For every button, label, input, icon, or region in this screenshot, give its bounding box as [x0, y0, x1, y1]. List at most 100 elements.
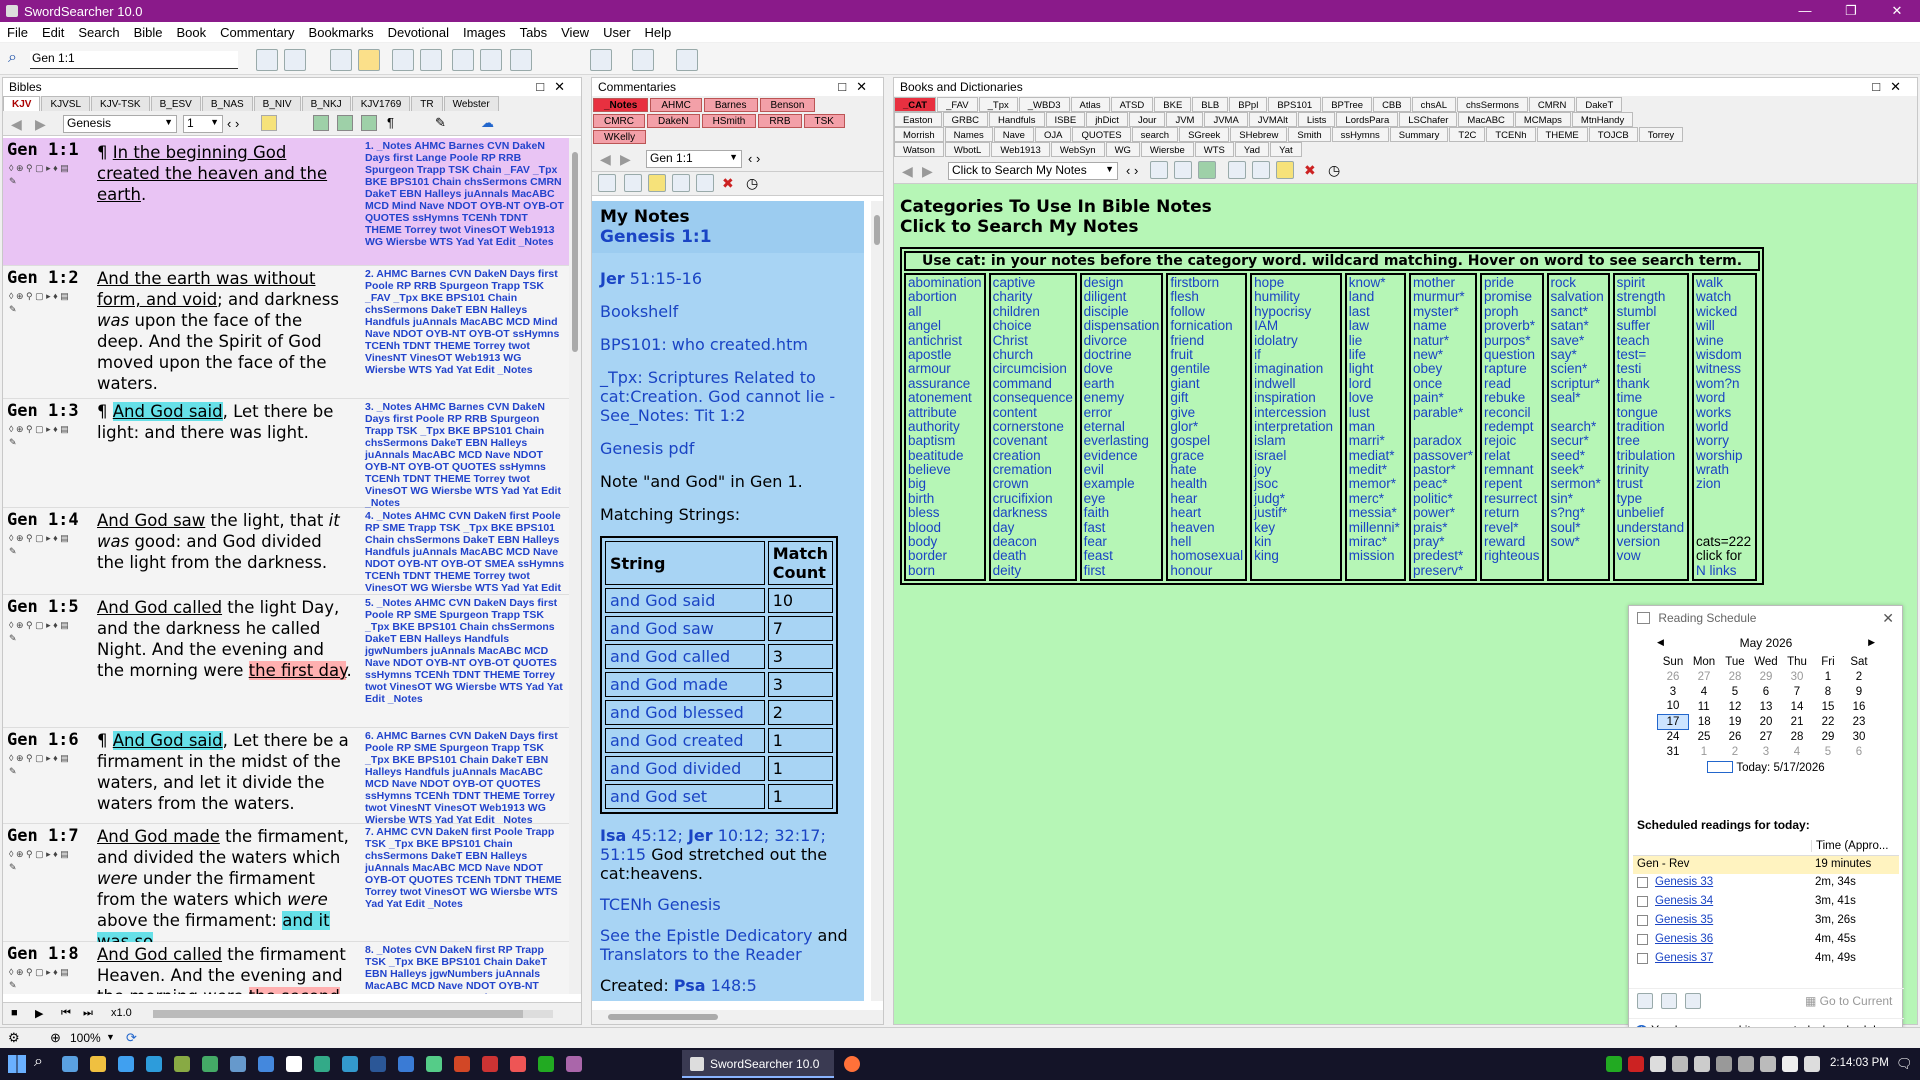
category-link[interactable]: bless — [908, 505, 982, 520]
verse-segment[interactable]: And God called — [97, 598, 222, 617]
tpx-link[interactable]: _Tpx: Scriptures Related to cat:Creation… — [600, 368, 860, 425]
category-link[interactable]: peac* — [1413, 477, 1473, 492]
verse-resource-links[interactable]: 7. AHMC CVN DakeN first Poole Trapp TSK … — [365, 826, 565, 910]
tab-bps101[interactable]: BPS101 — [1268, 97, 1322, 112]
calendar-day[interactable]: 17 — [1657, 713, 1689, 730]
category-link[interactable]: baptism — [908, 433, 982, 448]
category-link[interactable]: obey — [1413, 361, 1473, 376]
tab-isbe[interactable]: ISBE — [1045, 112, 1086, 127]
category-link[interactable]: imagination — [1254, 361, 1338, 376]
category-link[interactable]: heart — [1170, 505, 1243, 520]
calendar-day[interactable]: 25 — [1689, 729, 1720, 744]
tab-wbotl[interactable]: WbotL — [944, 142, 991, 157]
schedule-add-icon[interactable] — [1637, 993, 1653, 1009]
category-link[interactable]: death — [993, 549, 1073, 564]
category-link[interactable]: diligent — [1084, 289, 1160, 304]
taskbar-app-icon[interactable] — [258, 1056, 274, 1072]
verse-reference[interactable]: Gen 1:7 — [7, 826, 79, 846]
category-link[interactable]: angel — [908, 318, 982, 333]
reading-checkbox[interactable] — [1637, 953, 1648, 964]
category-link[interactable]: predest* — [1413, 549, 1473, 564]
tab-oja[interactable]: OJA — [1034, 127, 1072, 142]
verse-row[interactable]: Gen 1:8 ◊ ⊕ ⚲ ▢ ▸ ♦ ▤ ✎ And God called the… — [3, 942, 569, 994]
category-link[interactable]: rapture — [1484, 361, 1540, 376]
category-link[interactable]: church — [993, 347, 1073, 362]
audio-scrollbar[interactable] — [153, 1010, 553, 1018]
category-link[interactable]: tree — [1617, 433, 1685, 448]
calendar-day[interactable]: 4 — [1782, 744, 1813, 759]
category-link[interactable]: assurance — [908, 376, 982, 391]
prev-chapter-icon[interactable]: ‹ › — [227, 116, 239, 131]
maximize-button[interactable]: ❐ — [1828, 0, 1874, 22]
tab-tpx[interactable]: _Tpx — [978, 97, 1018, 112]
category-link[interactable]: hypocrisy — [1254, 304, 1338, 319]
category-link[interactable]: abomination — [908, 275, 982, 290]
tab-kjvsl[interactable]: KJVSL — [41, 96, 91, 111]
menu-file[interactable]: File — [0, 25, 35, 40]
category-link[interactable]: apostle — [908, 347, 982, 362]
tab-jvma[interactable]: JVMA — [1204, 112, 1248, 127]
category-link[interactable]: power* — [1413, 505, 1473, 520]
settings-icon[interactable]: ⚙ — [8, 1030, 20, 1046]
category-link[interactable]: joy — [1254, 462, 1338, 477]
schedule-list-icon[interactable] — [1685, 993, 1701, 1009]
category-link[interactable]: say* — [1551, 347, 1606, 362]
category-link[interactable]: captive — [993, 275, 1073, 290]
tray-icon[interactable] — [1694, 1056, 1710, 1072]
category-link[interactable]: gospel — [1170, 433, 1243, 448]
verse-segment[interactable]: And God called — [97, 945, 222, 964]
edit-icon[interactable] — [696, 174, 714, 192]
tab-hsmith[interactable]: HSmith — [701, 114, 757, 128]
verse-reference[interactable]: Gen 1:6 — [7, 730, 79, 750]
tab-handfuls[interactable]: Handfuls — [989, 112, 1045, 127]
delete-icon[interactable]: ✖ — [722, 175, 734, 192]
category-link[interactable]: consequence — [993, 390, 1073, 405]
tab-torrey[interactable]: Torrey — [1638, 127, 1684, 142]
category-link[interactable]: salvation — [1551, 289, 1606, 304]
category-link[interactable]: millenni* — [1349, 520, 1402, 535]
verse-row[interactable]: Gen 1:7 ◊ ⊕ ⚲ ▢ ▸ ♦ ▤ ✎ And God made the f… — [3, 824, 569, 951]
category-link[interactable]: circumcision — [993, 361, 1073, 376]
verse-reference[interactable]: Gen 1:3 — [7, 401, 79, 421]
cloud-icon[interactable]: ☁ — [481, 115, 494, 131]
tab-kjv[interactable]: KJV — [3, 96, 41, 111]
verse-resource-links[interactable]: 6. AHMC Barnes CVN DakeN Days first Pool… — [365, 730, 565, 826]
taskbar-active-app[interactable]: SwordSearcher 10.0 — [682, 1050, 834, 1078]
category-link[interactable]: world — [1696, 419, 1753, 434]
category-link[interactable]: creation — [993, 448, 1073, 463]
calendar-day[interactable]: 6 — [1751, 684, 1782, 699]
taskbar-app-icon[interactable] — [174, 1056, 190, 1072]
tab-lordspara[interactable]: LordsPara — [1336, 112, 1399, 127]
tab-wiersbe[interactable]: Wiersbe — [1140, 142, 1194, 157]
calendar-day[interactable]: 21 — [1782, 714, 1813, 729]
category-link[interactable]: wine — [1696, 333, 1753, 348]
menu-help[interactable]: Help — [638, 25, 679, 40]
taskbar-app-icon[interactable] — [342, 1056, 358, 1072]
category-link[interactable]: politic* — [1413, 491, 1473, 506]
verse-tools-icon[interactable]: ◊ ⊕ ⚲ ▢ ▸ ♦ ▤ ✎ — [9, 848, 69, 874]
category-link[interactable]: believe — [908, 462, 982, 477]
tab-names[interactable]: Names — [944, 127, 993, 142]
category-link[interactable]: proverb* — [1484, 318, 1540, 333]
jer-reference[interactable]: 51:15-16 — [625, 269, 702, 288]
history-icon[interactable]: ◷ — [746, 175, 758, 192]
tab-ahmc[interactable]: AHMC — [650, 98, 702, 112]
tab-shebrew[interactable]: SHebrew — [1230, 127, 1288, 142]
string-cell[interactable]: and God divided — [605, 756, 765, 781]
category-link[interactable]: witness — [1696, 361, 1753, 376]
category-link[interactable]: health — [1170, 477, 1243, 492]
verse-segment[interactable]: And God said — [112, 402, 223, 421]
string-cell[interactable]: and God created — [605, 728, 765, 753]
verse-segment[interactable]: the first day — [248, 661, 347, 680]
category-link[interactable]: cremation — [993, 462, 1073, 477]
calendar-day[interactable]: 3 — [1658, 684, 1689, 699]
category-link[interactable]: crown — [993, 477, 1073, 492]
note-icon[interactable] — [1174, 161, 1192, 179]
category-link[interactable]: repent — [1484, 477, 1540, 492]
category-link[interactable]: last — [1349, 304, 1402, 319]
category-link[interactable]: homosexual — [1170, 549, 1243, 564]
category-link[interactable]: pray* — [1413, 534, 1473, 549]
paragraph-icon[interactable]: ¶ — [387, 115, 394, 130]
search-icon[interactable]: ⌕ — [34, 1053, 43, 1071]
tab-tojcb[interactable]: TOJCB — [1588, 127, 1638, 142]
